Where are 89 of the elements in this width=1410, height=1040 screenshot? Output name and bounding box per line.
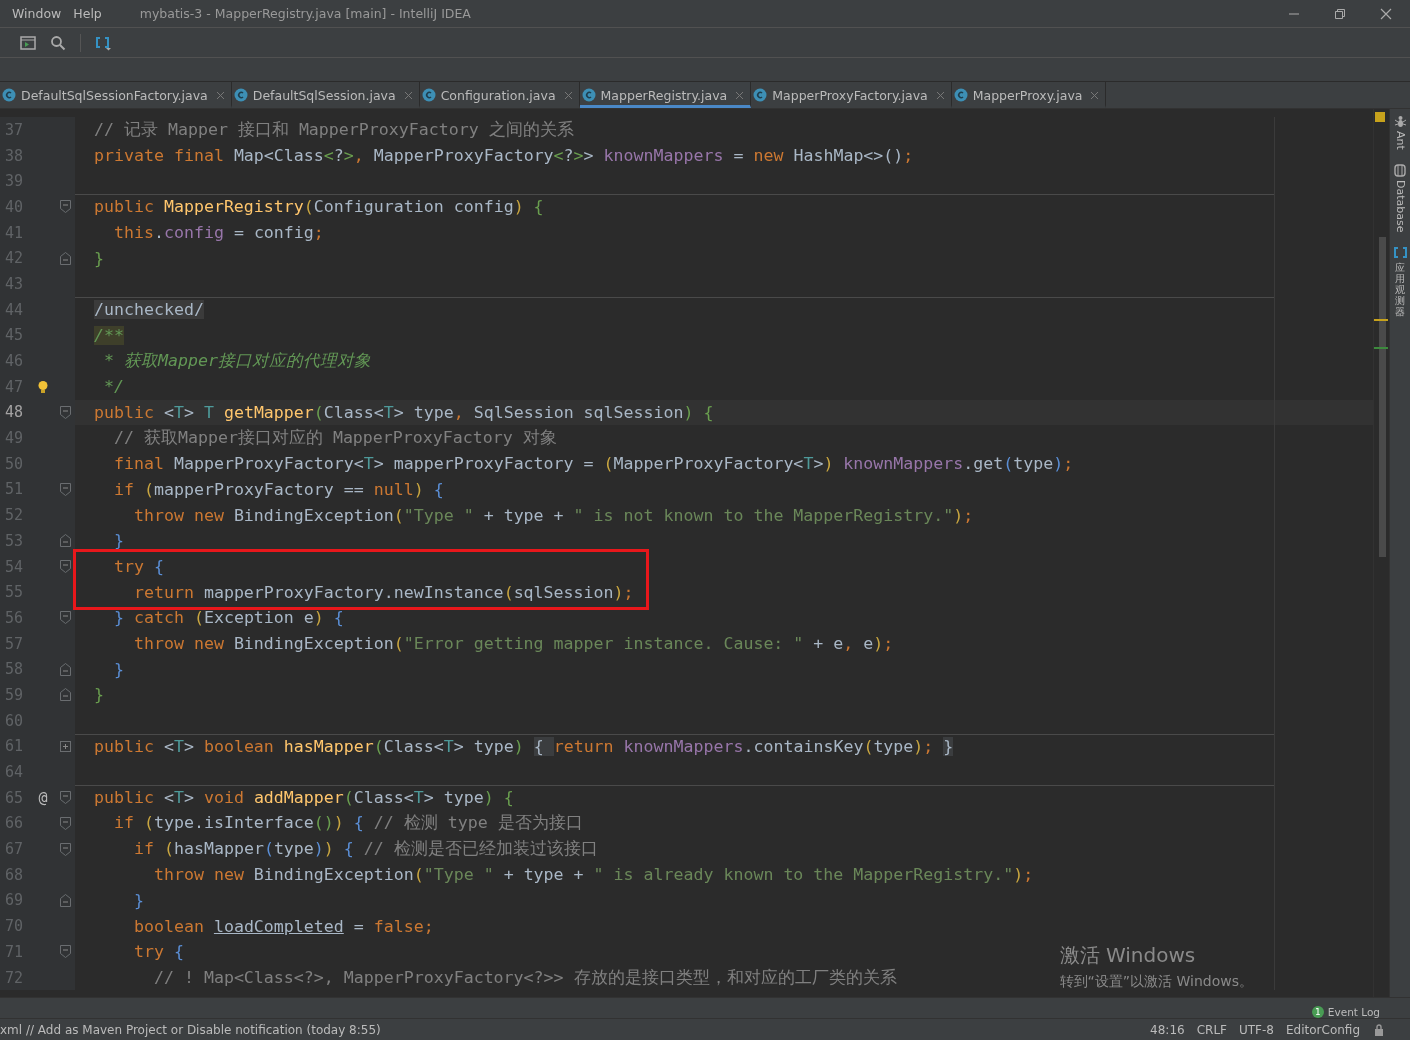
fold-icon[interactable] <box>59 893 71 907</box>
fold-icon[interactable] <box>59 791 71 805</box>
tool-window-button[interactable]: Database <box>1393 163 1407 233</box>
code-line: throw new BindingException("Type " + type + " is not known to the MapperRegistry."); <box>133 505 974 525</box>
code-line: */ <box>104 377 124 397</box>
activation-title: 激活 Windows <box>1059 942 1197 969</box>
terminal-icon[interactable] <box>20 35 36 50</box>
lock-icon[interactable] <box>1374 1023 1384 1036</box>
class-icon <box>581 88 596 102</box>
code-line: boolean loadCompleted = false; <box>133 916 434 936</box>
fold-icon[interactable] <box>59 251 71 265</box>
editor-tab[interactable]: MapperProxyFactory.java <box>751 82 952 108</box>
code-line: } <box>114 659 124 679</box>
code-line: this.config = config; <box>114 223 324 243</box>
close-icon[interactable] <box>403 90 413 100</box>
tool-window-button[interactable]: 应用观测器 <box>1393 246 1407 318</box>
editor-tab[interactable]: MapperRegistry.java <box>579 82 752 108</box>
fold-icon[interactable] <box>59 405 71 419</box>
code-line: } <box>133 890 144 910</box>
window-title: mybatis-3 - MapperRegistry.java [main] - IntelliJ IDEA <box>139 6 471 21</box>
code-line: try { <box>114 557 164 577</box>
status-item[interactable]: 48:16 <box>1150 1022 1185 1037</box>
code-line: public <T> T getMapper(Class<T> type, SqlSession sqlSession) { <box>94 402 714 422</box>
status-message: xml // Add as Maven Project or Disable notification (today 8:55) <box>0 1022 381 1037</box>
code-line: if (hasMapper(type)) { // 检测是否已经加装过该接口 <box>133 838 598 861</box>
code-line: public <T> boolean hasMapper(Class<T> type) { return knownMappers.containsKey(type); } <box>94 736 954 756</box>
code-line: // ! Map<Class<?>, MapperProxyFactory<?>> 存放的是接口类型，和对应的工厂类的关系 <box>153 966 897 989</box>
scrollbar-thumb[interactable] <box>1379 237 1386 557</box>
fold-icon[interactable] <box>59 816 71 830</box>
expand-icon[interactable] <box>59 740 71 752</box>
ant-icon <box>1393 115 1407 128</box>
observer-icon <box>1393 246 1407 260</box>
tool-window-button[interactable]: Ant <box>1393 115 1407 150</box>
code-line: public MapperRegistry(Configuration config) { <box>94 197 544 217</box>
editor-tab[interactable]: DefaultSqlSessionFactory.java <box>0 82 232 108</box>
close-icon[interactable] <box>935 90 945 100</box>
fold-icon[interactable] <box>59 945 71 959</box>
class-icon <box>953 88 968 102</box>
fold-icon[interactable] <box>59 688 71 702</box>
editor-tab[interactable]: DefaultSqlSession.java <box>231 82 420 108</box>
editor-tab[interactable]: MapperProxy.java <box>951 82 1107 108</box>
fold-icon[interactable] <box>59 534 71 548</box>
search-icon[interactable] <box>50 34 66 51</box>
code-line: final MapperProxyFactory<T> mapperProxyFactory = (MapperProxyFactory<T>) knownMappers.get(type); <box>114 454 1074 474</box>
close-icon[interactable] <box>1380 7 1392 20</box>
code-line: return mapperProxyFactory.newInstance(sqlSession); <box>133 582 634 602</box>
code-line: * 获取Mapper接口对应的代理对象 <box>104 350 371 373</box>
database-icon <box>1394 163 1406 177</box>
bulb-icon[interactable] <box>37 379 49 394</box>
fold-icon[interactable] <box>59 842 71 856</box>
code-line: // 获取Mapper接口对应的 MapperProxyFactory 对象 <box>114 427 557 450</box>
code-line: } <box>94 685 104 705</box>
menu-item[interactable]: Window <box>12 6 62 21</box>
menu-item[interactable]: Help <box>73 6 102 21</box>
code-line: if (type.isInterface()) { // 检测 type 是否为接口 <box>114 812 583 835</box>
fold-icon[interactable] <box>59 200 71 214</box>
close-icon[interactable] <box>215 90 225 100</box>
status-item[interactable]: CRLF <box>1196 1022 1227 1037</box>
gutter-mark[interactable]: @ <box>38 788 48 807</box>
status-item[interactable]: EditorConfig <box>1286 1022 1360 1037</box>
close-icon[interactable] <box>563 90 573 100</box>
fold-icon[interactable] <box>59 611 71 625</box>
restore-icon[interactable] <box>1334 7 1346 20</box>
code-line: private final Map<Class<?>, MapperProxyFactory<?>> knownMappers = new HashMap<>(); <box>94 146 914 166</box>
code-line: throw new BindingException("Error getting mapper instance. Cause: " + e, e); <box>133 634 894 654</box>
warning-marker[interactable] <box>1375 112 1385 122</box>
code-line: throw new BindingException("Type " + type + " is already known to the MapperRegistry."); <box>153 865 1034 885</box>
status-item[interactable]: UTF-8 <box>1239 1022 1274 1037</box>
fold-icon[interactable] <box>59 482 71 496</box>
close-icon[interactable] <box>1090 90 1100 100</box>
class-icon <box>2 88 16 102</box>
code-line: } <box>114 531 124 551</box>
fold-icon[interactable] <box>59 662 71 676</box>
line-number: 48 <box>4 403 25 422</box>
code-line: public <T> void addMapper(Class<T> type) { <box>94 788 514 808</box>
code-line: } catch (Exception e) { <box>114 608 344 628</box>
code-line: if (mapperProxyFactory == null) { <box>114 479 444 499</box>
close-icon[interactable] <box>735 90 745 100</box>
observer-icon[interactable] <box>95 34 113 51</box>
event-log-button[interactable]: 1 Event Log <box>1311 1006 1380 1018</box>
fold-icon[interactable] <box>59 560 71 574</box>
editor-tab[interactable]: Configuration.java <box>419 82 580 108</box>
class-icon <box>753 88 768 102</box>
code-line: try { <box>133 942 184 962</box>
code-line: } <box>94 248 104 268</box>
class-icon <box>233 88 248 102</box>
code-line: // 记录 Mapper 接口和 MapperProxyFactory 之间的关系 <box>94 118 574 141</box>
class-icon <box>421 88 436 102</box>
activation-text: 转到“设置”以激活 Windows。 <box>1059 973 1253 991</box>
